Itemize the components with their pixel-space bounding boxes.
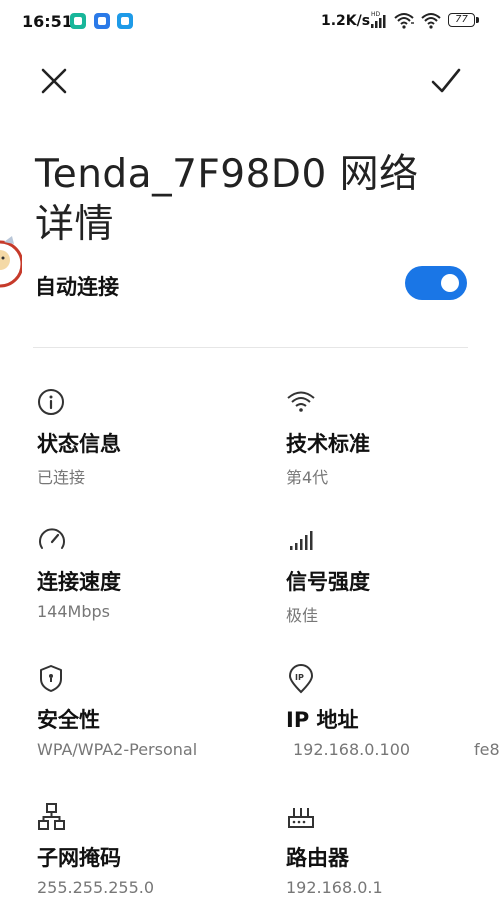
- detail-ip: IP IP 地址 192.168.0.100: [286, 664, 500, 774]
- detail-value: 144Mbps: [37, 602, 110, 621]
- cellular-signal-icon: HD: [369, 10, 389, 34]
- router-icon: [288, 808, 314, 828]
- shield-icon: [40, 665, 62, 692]
- detail-status: 状态信息 已连接: [37, 388, 257, 498]
- app-notification-icon: [94, 13, 110, 29]
- close-button[interactable]: [32, 59, 76, 103]
- speed-gauge-icon: [39, 528, 65, 549]
- detail-value: 极佳: [286, 606, 319, 625]
- ipv6-address-partial: fe8: [474, 740, 500, 759]
- detail-subnet: 子网掩码 255.255.255.0: [37, 802, 257, 912]
- auto-connect-label: 自动连接: [35, 275, 119, 299]
- app-notification-icon: [70, 13, 86, 29]
- status-time: 16:51: [22, 12, 73, 31]
- confirm-button[interactable]: [424, 59, 468, 103]
- divider: [33, 347, 468, 348]
- signal-strength-icon: [290, 531, 313, 550]
- detail-value: WPA/WPA2-Personal: [37, 740, 198, 759]
- detail-title: 连接速度: [37, 570, 121, 594]
- detail-signal: 信号强度 极佳: [286, 526, 500, 636]
- detail-speed: 连接速度 144Mbps: [37, 526, 257, 636]
- detail-title: 状态信息: [37, 432, 121, 456]
- wifi-icon: [420, 10, 442, 34]
- check-icon: [431, 68, 461, 93]
- info-icon: [38, 389, 64, 415]
- detail-title: IP 地址: [286, 708, 359, 732]
- auto-connect-toggle[interactable]: [405, 266, 467, 300]
- detail-title: 信号强度: [286, 570, 370, 594]
- network-speed: 1.2K/s: [321, 13, 371, 29]
- detail-security: 安全性 WPA/WPA2-Personal: [37, 664, 257, 774]
- detail-title: 安全性: [37, 708, 100, 732]
- detail-standard: 技术标准 第4代: [286, 388, 500, 498]
- detail-title: 子网掩码: [37, 846, 121, 870]
- detail-title: 路由器: [286, 846, 349, 870]
- wifi-icon: [393, 10, 415, 34]
- detail-value: 已连接: [37, 468, 86, 487]
- close-icon: [41, 68, 67, 94]
- battery-tip: [476, 17, 479, 23]
- svg-text:IP: IP: [295, 673, 304, 682]
- status-bar: 16:51 1.2K/s HD 77: [0, 0, 500, 44]
- auto-connect-row[interactable]: 自动连接: [0, 258, 500, 310]
- ip-pin-icon: IP: [288, 664, 314, 694]
- detail-value: 第4代: [286, 468, 329, 487]
- page-title: Tenda_7F98D0 网络详情: [35, 152, 419, 248]
- wifi-standard-icon: [287, 391, 315, 412]
- detail-router: 路由器 192.168.0.1: [286, 802, 500, 912]
- detail-value: 192.168.0.100: [293, 740, 411, 759]
- hd-badge: HD: [371, 11, 381, 18]
- detail-title: 技术标准: [286, 432, 370, 456]
- app-notification-icon: [117, 13, 133, 29]
- battery-icon: 77: [448, 13, 475, 27]
- toggle-knob: [441, 274, 459, 292]
- subnet-icon: [38, 803, 65, 830]
